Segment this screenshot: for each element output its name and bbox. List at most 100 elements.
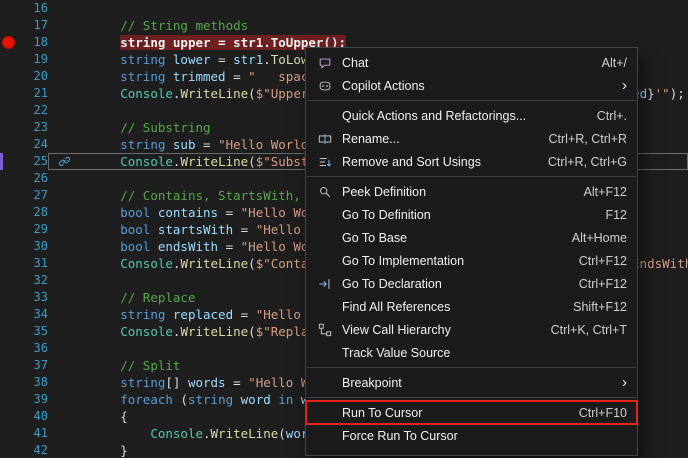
breakpoint-margin[interactable] [0, 221, 18, 238]
breakpoint-margin[interactable] [0, 17, 18, 34]
chat-icon [318, 56, 342, 70]
code-token: { [120, 409, 128, 424]
breakpoint-margin[interactable] [0, 442, 18, 458]
menu-item-view-call-hierarchy[interactable]: View Call HierarchyCtrl+K, Ctrl+T [306, 318, 637, 341]
breakpoint-margin[interactable] [0, 408, 18, 425]
code-token: // String methods [120, 18, 248, 33]
breakpoint-margin[interactable] [0, 102, 18, 119]
code-text[interactable]: // String methods [48, 17, 688, 34]
breakpoint-margin[interactable] [0, 289, 18, 306]
line-number: 41 [18, 425, 48, 442]
menu-item-shortcut: Alt+/ [602, 56, 627, 70]
code-token: string [188, 392, 233, 407]
line-number: 26 [18, 170, 48, 187]
breakpoint-margin[interactable] [0, 187, 18, 204]
code-token: WriteLine [180, 154, 248, 169]
breakpoint-margin[interactable] [0, 119, 18, 136]
menu-item-rename[interactable]: Rename...Ctrl+R, Ctrl+R [306, 127, 637, 150]
menu-item-label: Peek Definition [342, 185, 566, 199]
breakpoint-margin[interactable] [0, 272, 18, 289]
code-line[interactable]: 17 // String methods [0, 17, 688, 34]
breakpoint-margin[interactable] [0, 204, 18, 221]
vs-dark-editor-screen: 1617 // String methods18 string upper = … [0, 0, 688, 458]
menu-item-remove-and-sort-usings[interactable]: Remove and Sort UsingsCtrl+R, Ctrl+G [306, 150, 637, 173]
menu-item-shortcut: Ctrl+F12 [579, 277, 627, 291]
breakpoint-margin[interactable] [0, 153, 18, 170]
menu-item-label: Copilot Actions [342, 79, 604, 93]
menu-item-label: Go To Declaration [342, 277, 561, 291]
breakpoint-margin[interactable] [0, 238, 18, 255]
code-token: string [120, 52, 165, 67]
menu-item-label: Quick Actions and Refactorings... [342, 109, 579, 123]
menu-item-label: Find All References [342, 300, 555, 314]
breakpoint-margin[interactable] [0, 0, 18, 17]
peek-definition-icon [318, 185, 342, 199]
line-number: 39 [18, 391, 48, 408]
line-number: 42 [18, 442, 48, 458]
code-token [150, 239, 158, 254]
menu-item-label: Force Run To Cursor [342, 429, 627, 443]
code-token [60, 443, 120, 458]
code-token: ( [248, 256, 256, 271]
menu-item-chat[interactable]: Chat Alt+/ [306, 51, 637, 74]
breakpoint-margin[interactable] [0, 255, 18, 272]
code-token [60, 392, 120, 407]
code-token [60, 69, 120, 84]
code-token: sub [173, 137, 196, 152]
menu-item-peek-definition[interactable]: Peek DefinitionAlt+F12 [306, 180, 637, 203]
line-number: 18 [18, 34, 48, 51]
menu-separator [307, 100, 636, 101]
breakpoint-margin[interactable] [0, 425, 18, 442]
breakpoint-margin[interactable] [0, 323, 18, 340]
code-token [165, 52, 173, 67]
breakpoint-margin[interactable] [0, 306, 18, 323]
breakpoint-margin[interactable] [0, 34, 18, 51]
menu-item-label: Chat [342, 56, 584, 70]
menu-item-force-run-to-cursor[interactable]: Force Run To Cursor [306, 424, 637, 447]
copilot-icon [318, 79, 342, 93]
menu-item-go-to-declaration[interactable]: Go To Declaration Ctrl+F12 [306, 272, 637, 295]
code-token: // Replace [120, 290, 195, 305]
change-tracking-bar [0, 153, 3, 170]
breakpoint-margin[interactable] [0, 170, 18, 187]
menu-item-shortcut: Ctrl+R, Ctrl+G [548, 155, 627, 169]
breakpoint-margin[interactable] [0, 68, 18, 85]
code-token [293, 392, 301, 407]
breakpoint-icon[interactable] [2, 36, 15, 49]
breakpoint-margin[interactable] [0, 340, 18, 357]
menu-item-run-to-cursor[interactable]: Run To CursorCtrl+F10 [306, 401, 637, 424]
menu-item-quick-actions-and-refactorings[interactable]: Quick Actions and Refactorings...Ctrl+. [306, 104, 637, 127]
breakpoint-margin[interactable] [0, 391, 18, 408]
code-token: = [226, 69, 249, 84]
menu-item-label: Go To Base [342, 231, 554, 245]
line-number: 17 [18, 17, 48, 34]
menu-item-go-to-definition[interactable]: Go To DefinitionF12 [306, 203, 637, 226]
menu-item-track-value-source[interactable]: Track Value Source [306, 341, 637, 364]
code-token: WriteLine [180, 324, 248, 339]
code-token: words [188, 375, 226, 390]
breakpoint-margin[interactable] [0, 85, 18, 102]
menu-item-go-to-implementation[interactable]: Go To ImplementationCtrl+F12 [306, 249, 637, 272]
breakpoint-margin[interactable] [0, 136, 18, 153]
code-token: endsWith [158, 239, 218, 254]
breakpoint-margin[interactable] [0, 374, 18, 391]
code-token: ); [670, 86, 685, 101]
menu-item-go-to-base[interactable]: Go To BaseAlt+Home [306, 226, 637, 249]
code-token [165, 307, 173, 322]
code-token: [] [165, 375, 188, 390]
code-token [150, 205, 158, 220]
line-number: 23 [18, 119, 48, 136]
menu-item-label: Track Value Source [342, 346, 627, 360]
menu-item-find-all-references[interactable]: Find All ReferencesShift+F12 [306, 295, 637, 318]
breakpoint-margin[interactable] [0, 357, 18, 374]
code-token [60, 188, 120, 203]
code-token: foreach [120, 392, 173, 407]
code-line[interactable]: 16 [0, 0, 688, 17]
menu-item-breakpoint[interactable]: Breakpoint› [306, 371, 637, 394]
code-token: = [233, 222, 256, 237]
breakpoint-margin[interactable] [0, 51, 18, 68]
code-token: Console [120, 324, 173, 339]
code-token: . [203, 426, 211, 441]
menu-item-copilot-actions[interactable]: Copilot Actions› [306, 74, 637, 97]
line-number: 28 [18, 204, 48, 221]
